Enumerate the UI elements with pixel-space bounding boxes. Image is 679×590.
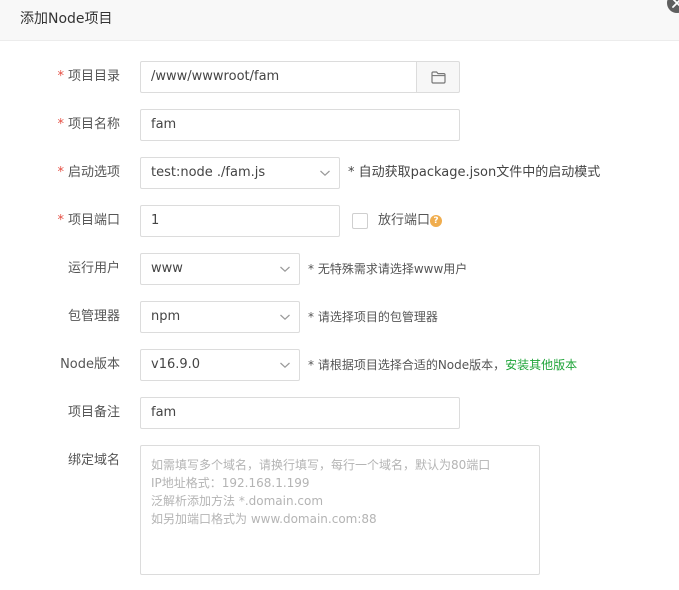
project-name-input[interactable]: fam xyxy=(140,109,460,141)
chevron-down-icon xyxy=(280,266,290,273)
help-icon[interactable]: ? xyxy=(430,215,442,227)
node-version-label: Node版本 xyxy=(60,357,120,372)
project-dir-label: * 项目目录 xyxy=(57,69,120,84)
start-option-value: test:node ./fam.js xyxy=(151,165,266,180)
project-dir-input[interactable]: /www/wwwroot/fam xyxy=(140,61,417,93)
dialog-title: 添加Node项目 xyxy=(20,11,113,27)
chevron-down-icon xyxy=(280,362,290,369)
remark-label: 项目备注 xyxy=(67,405,120,420)
open-port-checkbox[interactable] xyxy=(352,213,368,229)
domain-textarea[interactable]: 如需填写多个域名，请换行填写，每行一个域名，默认为80端口 IP地址格式：192… xyxy=(140,445,540,575)
install-other-version-link[interactable]: 安装其他版本 xyxy=(505,358,577,372)
node-version-hint: * 请根据项目选择合适的Node版本，安装其他版本 xyxy=(308,358,578,372)
run-user-hint: * 无特殊需求请选择www用户 xyxy=(308,262,468,276)
run-user-label: 运行用户 xyxy=(67,261,120,276)
domain-placeholder-line: IP地址格式：192.168.1.199 xyxy=(151,476,310,490)
domain-placeholder-line: 如另加端口格式为 www.domain.com:88 xyxy=(151,512,377,526)
open-port-label: 放行端口 xyxy=(378,213,431,228)
domain-placeholder-line: 如需填写多个域名，请换行填写，每行一个域名，默认为80端口 xyxy=(151,458,491,472)
package-manager-label: 包管理器 xyxy=(67,309,120,324)
package-manager-value: npm xyxy=(151,309,181,324)
start-option-hint: * 自动获取package.json文件中的启动模式 xyxy=(348,165,601,180)
dialog-header: 添加Node项目 xyxy=(0,0,679,41)
start-option-label: * 启动选项 xyxy=(57,165,120,180)
project-port-label: * 项目端口 xyxy=(57,213,120,228)
node-version-value: v16.9.0 xyxy=(151,357,201,372)
folder-icon xyxy=(431,71,446,84)
start-option-select[interactable]: test:node ./fam.js xyxy=(140,157,340,189)
browse-folder-button[interactable] xyxy=(416,61,460,93)
run-user-select[interactable]: www xyxy=(140,253,300,285)
project-name-label: * 项目名称 xyxy=(57,117,120,132)
chevron-down-icon xyxy=(320,170,330,177)
node-version-select[interactable]: v16.9.0 xyxy=(140,349,300,381)
package-manager-hint: * 请选择项目的包管理器 xyxy=(308,310,438,324)
remark-input[interactable]: fam xyxy=(140,397,460,429)
run-user-value: www xyxy=(151,261,183,276)
package-manager-select[interactable]: npm xyxy=(140,301,300,333)
project-port-input[interactable]: 1 xyxy=(140,205,340,237)
close-icon xyxy=(672,0,679,8)
chevron-down-icon xyxy=(280,314,290,321)
domain-placeholder-line: 泛解析添加方法 *.domain.com xyxy=(151,494,324,508)
domain-label: 绑定域名 xyxy=(67,453,120,468)
